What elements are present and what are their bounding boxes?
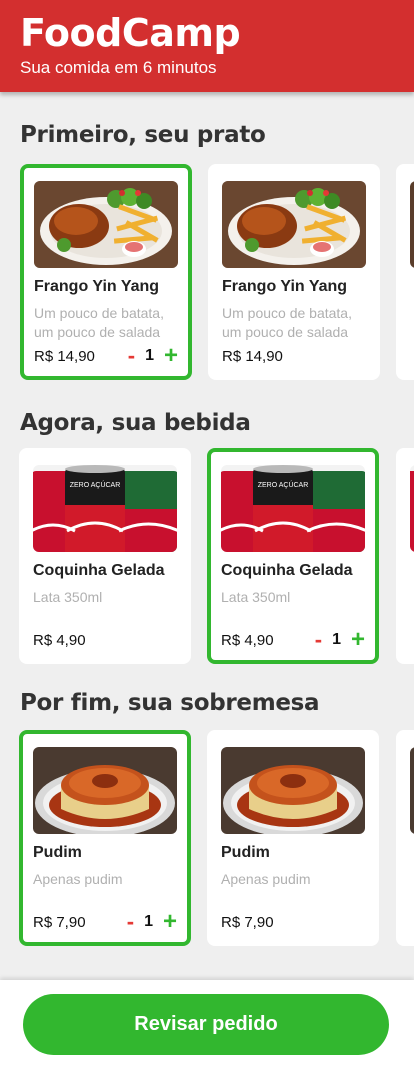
coke-cans-image xyxy=(410,465,414,552)
chicken-plate-image xyxy=(34,181,178,268)
brand-tagline: Sua comida em 6 minutos xyxy=(20,58,217,77)
section-title-dessert: Por fim, sua sobremesa xyxy=(20,690,320,716)
dish-card[interactable]: Frango Yin Yang Um pouco de batata, um p… xyxy=(208,164,380,380)
dish-card-partial[interactable] xyxy=(396,164,414,380)
quantity-value: 1 xyxy=(144,913,153,930)
dessert-price: R$ 7,90 xyxy=(221,914,274,931)
dish-name: Frango Yin Yang xyxy=(34,278,160,295)
dessert-name: Pudim xyxy=(221,844,270,861)
drink-carousel[interactable]: ZERO AÇÚCAR Coquinha Gelada Lata 350ml R… xyxy=(0,448,414,678)
dish-description: Um pouco de batata, um pouco de salada xyxy=(222,305,352,340)
section-title-drink: Agora, sua bebida xyxy=(20,410,251,436)
coke-cans-image: ZERO AÇÚCAR xyxy=(33,465,177,552)
review-order-button[interactable]: Revisar pedido xyxy=(23,994,389,1055)
dish-description: Um pouco de batata, um pouco de salada xyxy=(34,305,164,340)
drink-description: Lata 350ml xyxy=(33,589,103,605)
dessert-price: R$ 7,90 xyxy=(33,914,86,931)
drink-description: Lata 350ml xyxy=(221,589,291,605)
svg-text:ZERO AÇÚCAR: ZERO AÇÚCAR xyxy=(70,480,121,489)
increase-button[interactable]: + xyxy=(164,342,178,370)
dessert-description: Apenas pudim xyxy=(221,871,311,887)
dish-price: R$ 14,90 xyxy=(222,348,283,365)
bottom-bar: Revisar pedido xyxy=(0,980,414,1067)
dessert-card-partial[interactable] xyxy=(396,730,414,946)
chicken-plate-image xyxy=(222,181,366,268)
drink-card[interactable]: ZERO AÇÚCAR Coquinha Gelada Lata 350ml R… xyxy=(207,448,379,664)
drink-card-partial[interactable] xyxy=(396,448,414,664)
increase-button[interactable]: + xyxy=(163,908,177,936)
decrease-button[interactable]: - xyxy=(315,627,322,653)
svg-text:ZERO AÇÚCAR: ZERO AÇÚCAR xyxy=(258,480,309,489)
drink-price: R$ 4,90 xyxy=(221,632,274,649)
quantity-value: 1 xyxy=(145,347,154,364)
drink-card[interactable]: ZERO AÇÚCAR Coquinha Gelada Lata 350ml R… xyxy=(19,448,191,664)
decrease-button[interactable]: - xyxy=(127,909,134,935)
section-title-dish: Primeiro, seu prato xyxy=(20,122,266,148)
decrease-button[interactable]: - xyxy=(128,343,135,369)
dessert-name: Pudim xyxy=(33,844,82,861)
app-header: FoodCamp Sua comida em 6 minutos xyxy=(0,0,414,92)
dessert-card[interactable]: Pudim Apenas pudim R$ 7,90 xyxy=(207,730,379,946)
quantity-stepper: - 1 + xyxy=(128,342,178,370)
dessert-carousel[interactable]: Pudim Apenas pudim R$ 7,90 - 1 + Pudim A… xyxy=(0,730,414,960)
drink-name: Coquinha Gelada xyxy=(221,562,353,579)
quantity-value: 1 xyxy=(332,631,341,648)
dessert-card[interactable]: Pudim Apenas pudim R$ 7,90 - 1 + xyxy=(19,730,191,946)
dessert-description: Apenas pudim xyxy=(33,871,123,887)
increase-button[interactable]: + xyxy=(351,626,365,654)
dish-name: Frango Yin Yang xyxy=(222,278,348,295)
chicken-plate-image xyxy=(410,181,414,268)
dish-carousel[interactable]: Frango Yin Yang Um pouco de batata, um p… xyxy=(0,164,414,394)
drink-name: Coquinha Gelada xyxy=(33,562,165,579)
coke-cans-image: ZERO AÇÚCAR xyxy=(221,465,365,552)
pudding-image xyxy=(221,747,365,834)
quantity-stepper: - 1 + xyxy=(127,908,177,936)
pudding-image xyxy=(33,747,177,834)
brand-title: FoodCamp xyxy=(20,11,241,55)
quantity-stepper: - 1 + xyxy=(315,626,365,654)
dish-price: R$ 14,90 xyxy=(34,348,95,365)
drink-price: R$ 4,90 xyxy=(33,632,86,649)
dish-card[interactable]: Frango Yin Yang Um pouco de batata, um p… xyxy=(20,164,192,380)
pudding-image xyxy=(410,747,414,834)
